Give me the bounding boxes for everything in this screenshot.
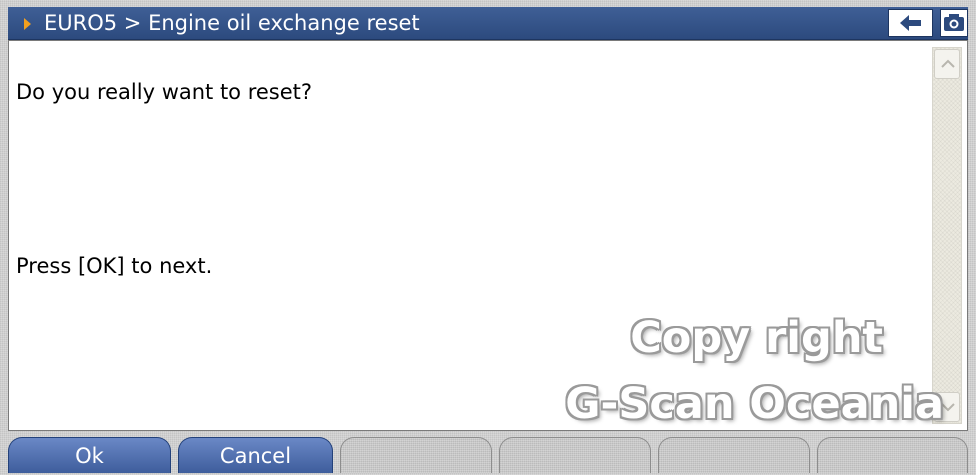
breadcrumb: EURO5 > Engine oil exchange reset: [44, 11, 420, 35]
title-arrow-icon: [24, 18, 31, 30]
confirm-question: Do you really want to reset?: [16, 80, 313, 104]
function-button-5: [658, 437, 810, 473]
scanner-screen: EURO5 > Engine oil exchange reset Do you…: [0, 0, 976, 475]
cancel-button[interactable]: Cancel: [178, 437, 333, 473]
camera-icon: [944, 14, 964, 31]
vertical-scrollbar[interactable]: [932, 47, 962, 424]
back-button[interactable]: [888, 9, 933, 37]
chevron-up-icon: [941, 59, 955, 68]
instruction-text: Press [OK] to next.: [16, 254, 213, 278]
function-button-4: [499, 437, 651, 473]
watermark-line-2: G-Scan Oceania: [565, 379, 944, 429]
ok-button[interactable]: Ok: [8, 437, 171, 473]
watermark-line-1: Copy right: [630, 313, 883, 363]
function-button-bar: Ok Cancel: [8, 437, 968, 473]
function-button-6: [817, 437, 968, 473]
ok-button-label: Ok: [75, 444, 104, 468]
message-panel: Do you really want to reset? Press [OK] …: [8, 40, 968, 431]
scroll-up-button[interactable]: [934, 49, 960, 79]
title-bar: EURO5 > Engine oil exchange reset: [8, 7, 968, 40]
snapshot-button[interactable]: [940, 9, 968, 37]
back-arrow-icon: [900, 15, 921, 31]
cancel-button-label: Cancel: [219, 444, 292, 468]
function-button-3: [340, 437, 492, 473]
